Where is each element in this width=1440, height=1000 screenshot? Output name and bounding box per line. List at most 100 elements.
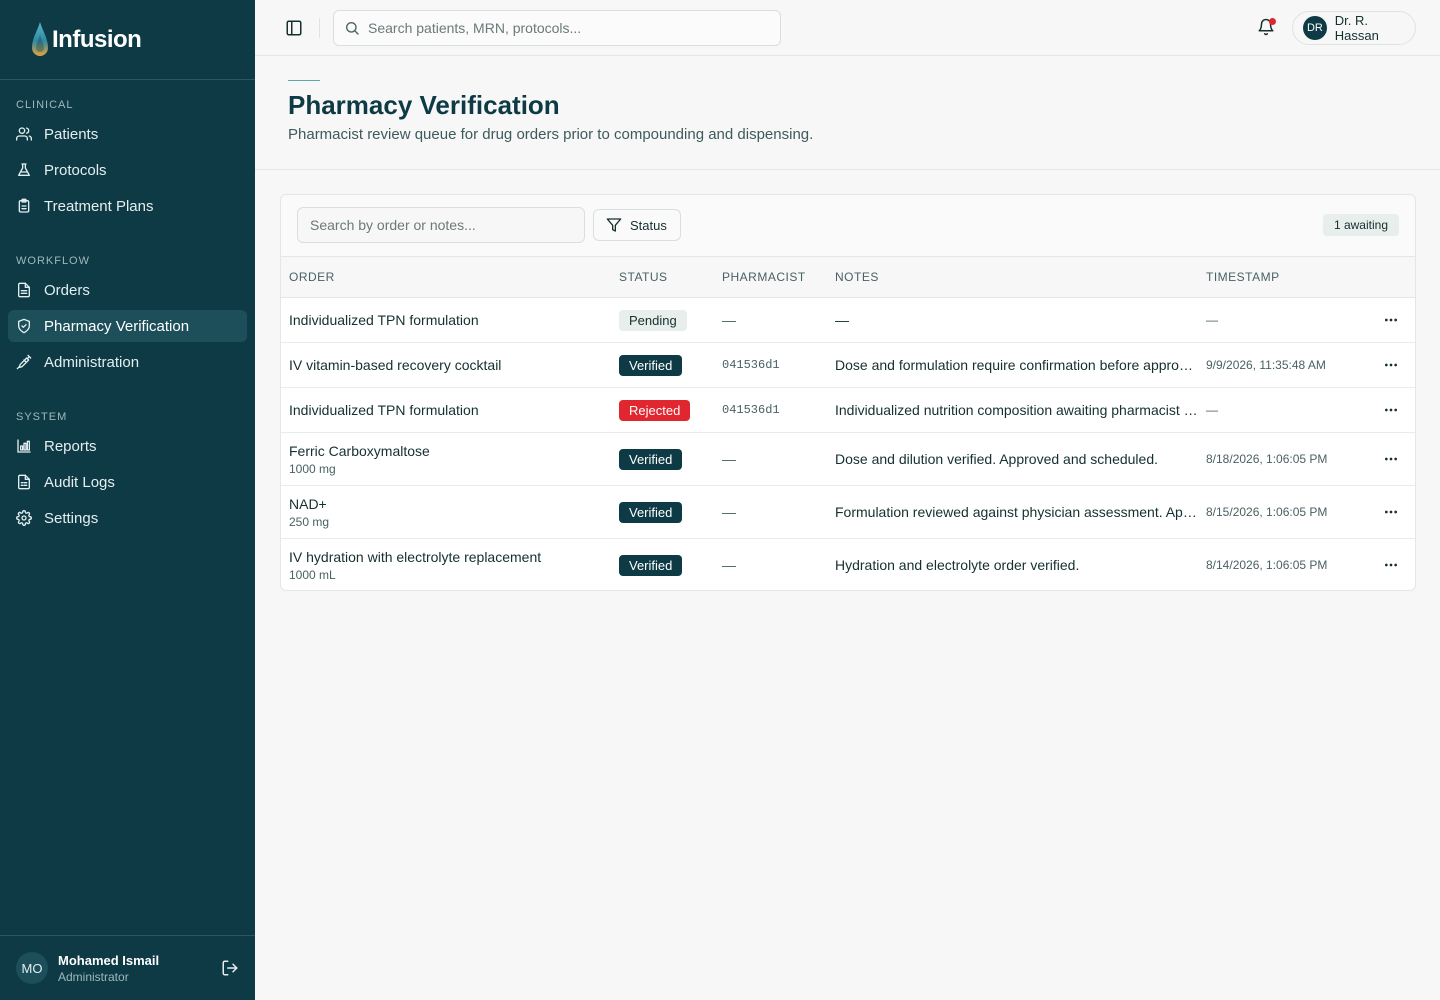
brand-logo[interactable]: Infusion [0,0,255,80]
global-search [333,10,781,46]
column-header-timestamp[interactable]: TIMESTAMP [1198,256,1367,298]
sidebar-item-label: Treatment Plans [44,197,154,215]
timestamp-cell: — [1198,297,1367,343]
pharmacist-cell: — [714,432,827,486]
gear-icon [16,510,32,526]
pharmacist-cell: — [722,557,736,574]
column-header-order[interactable]: ORDER [281,256,611,298]
sidebar-item-patients[interactable]: Patients [8,118,247,150]
sidebar-item-treatment-plans[interactable]: Treatment Plans [8,190,247,222]
verification-queue-card: Status 1 awaiting ORDER STATUS PHARMACIS… [280,194,1416,591]
status-filter-button[interactable]: Status [593,209,681,241]
table-header-row: ORDER STATUS PHARMACIST NOTES TIMESTAMP [281,256,1415,298]
column-header-pharmacist[interactable]: PHARMACIST [714,256,827,298]
order-name: IV hydration with electrolyte replacemen… [289,548,542,565]
divider [319,18,320,38]
table-toolbar: Status 1 awaiting [281,195,1415,256]
file-icon [16,282,32,298]
sidebar-item-settings[interactable]: Settings [8,502,247,534]
global-search-input[interactable] [368,20,768,36]
column-header-status[interactable]: STATUS [611,256,714,298]
more-options-icon[interactable] [1381,355,1401,375]
more-options-icon[interactable] [1381,555,1401,575]
order-name: Individualized TPN formulation [289,402,479,418]
status-badge: Rejected [619,399,691,421]
status-cell: Rejected [611,387,714,433]
user-menu[interactable]: DR Dr. R. Hassan [1292,11,1416,45]
sidebar-toggle-icon[interactable] [283,17,305,39]
user-role: Administrator [58,969,129,984]
order-dose: 250 mg [289,514,330,529]
user-name: Mohamed Ismail [58,952,160,968]
table-row[interactable]: NAD+ 250 mg Verified — Formulation reviewed … [281,485,1415,539]
order-name: IV vitamin-based recovery cocktail [289,357,502,373]
column-header-notes[interactable]: NOTES [827,256,1198,298]
table-row[interactable]: IV hydration with electrolyte replacemen… [281,539,1415,591]
table-body: Individualized TPN formulation Pending — — —… [281,297,1415,591]
sidebar-item-protocols[interactable]: Protocols [8,154,247,186]
table-row[interactable]: IV vitamin-based recovery cocktail Verifi… [281,342,1415,388]
sidebar-item-audit-logs[interactable]: Audit Logs [8,466,247,498]
nav-section-label: WORKFLOW [16,255,90,267]
sidebar-item-administration[interactable]: Administration [8,346,247,378]
sidebar-item-label: Administration [44,353,140,371]
actions-cell [1367,539,1415,591]
more-options-icon[interactable] [1381,400,1401,420]
actions-cell [1367,342,1415,388]
search-icon [346,22,359,35]
table-row[interactable]: Individualized TPN formulation Rejected 04… [281,387,1415,433]
logout-icon[interactable] [221,959,239,977]
order-dose: 1000 mg [289,461,336,476]
order-name: NAD+ [289,495,327,512]
sidebar-item-label: Reports [44,437,97,455]
more-options-icon[interactable] [1381,449,1401,469]
timestamp-cell: — [1198,387,1367,433]
pharmacist-cell: — [714,297,827,343]
actions-cell [1367,432,1415,486]
actions-cell [1367,387,1415,433]
status-cell: Verified [611,432,714,486]
shield-check-icon [16,318,32,334]
order-dose: 1000 mL [289,567,336,582]
sidebar-item-pharmacy-verification[interactable]: Pharmacy Verification [8,310,247,342]
nav-section-system: SYSTEM Reports Audit Logs Settings [0,410,255,534]
more-options-icon[interactable] [1381,502,1401,522]
page-title: Pharmacy Verification [288,90,560,120]
pharmacist-cell: 041536d1 [714,387,827,433]
notification-dot [1269,18,1276,25]
brand-name: Infusion [52,25,142,53]
droplet-logo-icon [32,21,48,56]
actions-cell [1367,297,1415,343]
nav-section-label: CLINICAL [16,99,74,111]
nav-section-label: SYSTEM [16,411,68,423]
syringe-icon [16,354,32,370]
sidebar-user: MO Mohamed Ismail Administrator [0,935,255,1000]
order-cell: Ferric Carboxymaltose 1000 mg [281,432,611,486]
sidebar-item-label: Audit Logs [44,473,115,491]
sidebar-item-orders[interactable]: Orders [8,274,247,306]
nav-section-workflow: WORKFLOW Orders Pharmacy Verification Admin… [0,254,255,378]
sidebar-item-label: Orders [44,281,90,299]
status-cell: Verified [611,342,714,388]
sidebar-item-reports[interactable]: Reports [8,430,247,462]
status-badge: Verified [619,501,683,523]
filter-search-input[interactable] [297,207,585,243]
avatar: MO [16,952,48,984]
more-options-icon[interactable] [1381,310,1401,330]
status-badge: Verified [619,354,683,376]
order-cell: Individualized TPN formulation [281,387,611,433]
users-icon [16,126,32,142]
column-header-actions [1367,256,1415,298]
pharmacist-cell: 041536d1 [714,342,827,388]
order-cell: IV hydration with electrolyte replacemen… [281,539,611,591]
page-subtitle: Pharmacist review queue for drug orders … [288,126,814,143]
verification-table: ORDER STATUS PHARMACIST NOTES TIMESTAMP … [281,256,1415,591]
table-row[interactable]: Ferric Carboxymaltose 1000 mg Verified — Dos… [281,432,1415,486]
flask-icon [16,162,32,178]
status-badge: Pending [619,309,687,331]
table-row[interactable]: Individualized TPN formulation Pending — — — [281,297,1415,343]
timestamp-cell: 8/14/2026, 1:06:05 PM [1206,558,1328,573]
order-cell: IV vitamin-based recovery cocktail [281,342,611,388]
timestamp-cell: 8/18/2026, 1:06:05 PM [1198,432,1367,486]
actions-cell [1367,485,1415,539]
